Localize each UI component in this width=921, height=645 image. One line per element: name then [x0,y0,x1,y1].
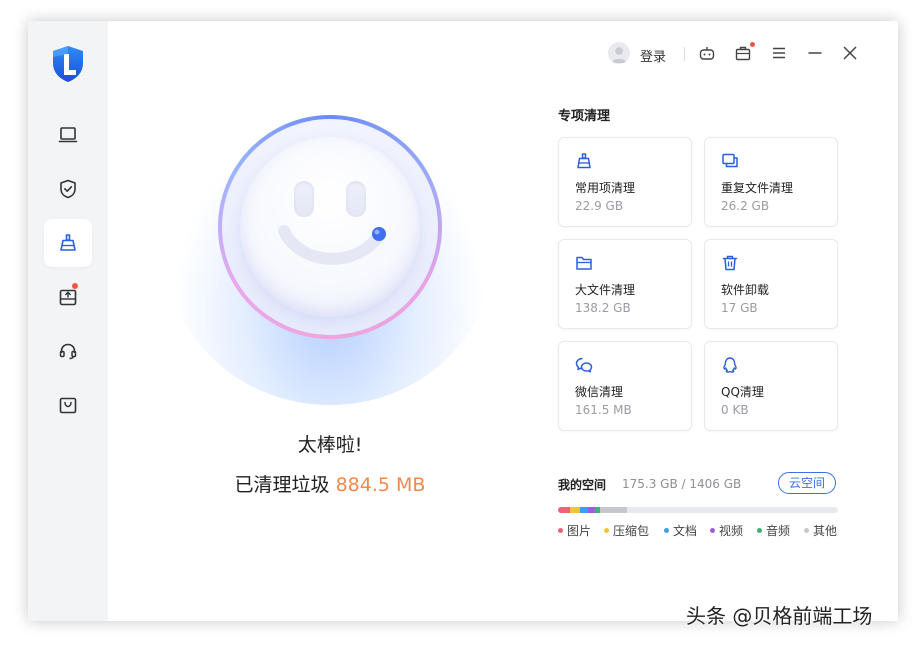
card-size: 0 KB [721,403,749,417]
robot-icon[interactable] [698,44,716,62]
legend-item-archives: 压缩包 [604,522,649,539]
right-eye [346,181,366,217]
legend-dot [710,528,715,533]
legend-item-images: 图片 [558,522,591,539]
card-size: 161.5 MB [575,403,632,417]
app-logo-icon [51,45,85,83]
card-size: 22.9 GB [575,199,624,213]
cleaned-summary: 已清理垃圾 884.5 MB [178,470,482,497]
storage-segment [580,507,589,513]
watermark: 头条 @贝格前端工场 [686,604,873,628]
folder-icon [576,256,592,270]
sidebar-item-cleanup[interactable] [44,219,92,267]
broom-icon [577,153,591,169]
sidebar-item-software-store[interactable] [44,273,92,321]
laptop-icon [58,127,78,143]
card-size: 17 GB [721,301,758,315]
gift-box-icon[interactable] [734,44,752,62]
card-label: 大文件清理 [575,283,636,297]
legend-item-videos: 视频 [710,522,743,539]
legend-dot [558,528,563,533]
duplicate-files-icon [722,153,738,168]
storage-segment [558,507,571,513]
box-upload-icon [59,289,77,306]
card-common-cleanup[interactable]: 常用项清理 22.9 GB [558,137,692,227]
card-large-files[interactable]: 大文件清理 138.2 GB [558,239,692,329]
smile-mouth [278,225,386,265]
storage-segment [570,507,581,513]
space-usage: 175.3 GB / 1406 GB [622,477,742,491]
notification-dot [72,283,78,289]
legend-item-other: 其他 [804,522,837,539]
app-window: 登录 太棒啦! 已清理垃圾 884.5 MB 专项清理 常用项清理 22.9 G… [28,21,898,621]
minimize-icon[interactable] [806,44,824,62]
broom-icon [60,234,76,251]
cleaned-amount: 884.5 MB [335,474,426,496]
sidebar-item-computer[interactable] [44,111,92,159]
card-label: 常用项清理 [575,181,636,195]
login-link[interactable]: 登录 [640,46,666,65]
card-size: 138.2 GB [575,301,631,315]
storage-segment [588,507,596,513]
sidebar-item-security[interactable] [44,165,92,213]
legend-dot [757,528,762,533]
card-label: QQ清理 [721,385,764,399]
trash-icon [722,255,738,271]
bag-icon [59,397,77,414]
card-size: 26.2 GB [721,199,770,213]
sidebar-item-shop[interactable] [44,381,92,429]
card-label: 重复文件清理 [721,181,794,195]
legend-item-documents: 文档 [664,522,697,539]
cloud-space-button[interactable]: 云空间 [778,472,836,494]
storage-legend: 图片 压缩包 文档 视频 音频 其他 [558,522,858,538]
status-illustration [168,105,492,405]
left-eye [294,181,314,217]
legend-dot [804,528,809,533]
close-icon[interactable] [841,44,859,62]
wechat-icon [575,357,593,373]
legend-dot [664,528,669,533]
divider [684,47,685,61]
headset-icon [59,343,77,360]
avatar[interactable] [608,42,630,64]
status-title: 太棒啦! [297,434,363,456]
menu-icon[interactable] [770,44,788,62]
special-cleanup-title: 专项清理 [558,109,611,124]
user-avatar-icon [611,47,627,63]
title-bar: 登录 [598,37,898,69]
card-uninstall[interactable]: 软件卸载 17 GB [704,239,838,329]
smiley-face-icon [240,137,420,317]
sidebar [28,21,108,621]
card-label: 软件卸载 [721,283,770,297]
qq-icon [723,357,737,373]
legend-dot [604,528,609,533]
card-wechat-cleanup[interactable]: 微信清理 161.5 MB [558,341,692,431]
storage-bar [558,507,838,513]
cleaned-label: 已清理垃圾 [234,474,330,496]
card-duplicate-files[interactable]: 重复文件清理 26.2 GB [704,137,838,227]
sidebar-item-support[interactable] [44,327,92,375]
notification-dot [750,42,755,47]
my-space-title: 我的空间 [558,478,607,492]
shield-check-icon [60,179,76,199]
card-label: 微信清理 [575,385,624,399]
storage-segment [600,507,628,513]
card-qq-cleanup[interactable]: QQ清理 0 KB [704,341,838,431]
legend-item-audio: 音频 [757,522,790,539]
